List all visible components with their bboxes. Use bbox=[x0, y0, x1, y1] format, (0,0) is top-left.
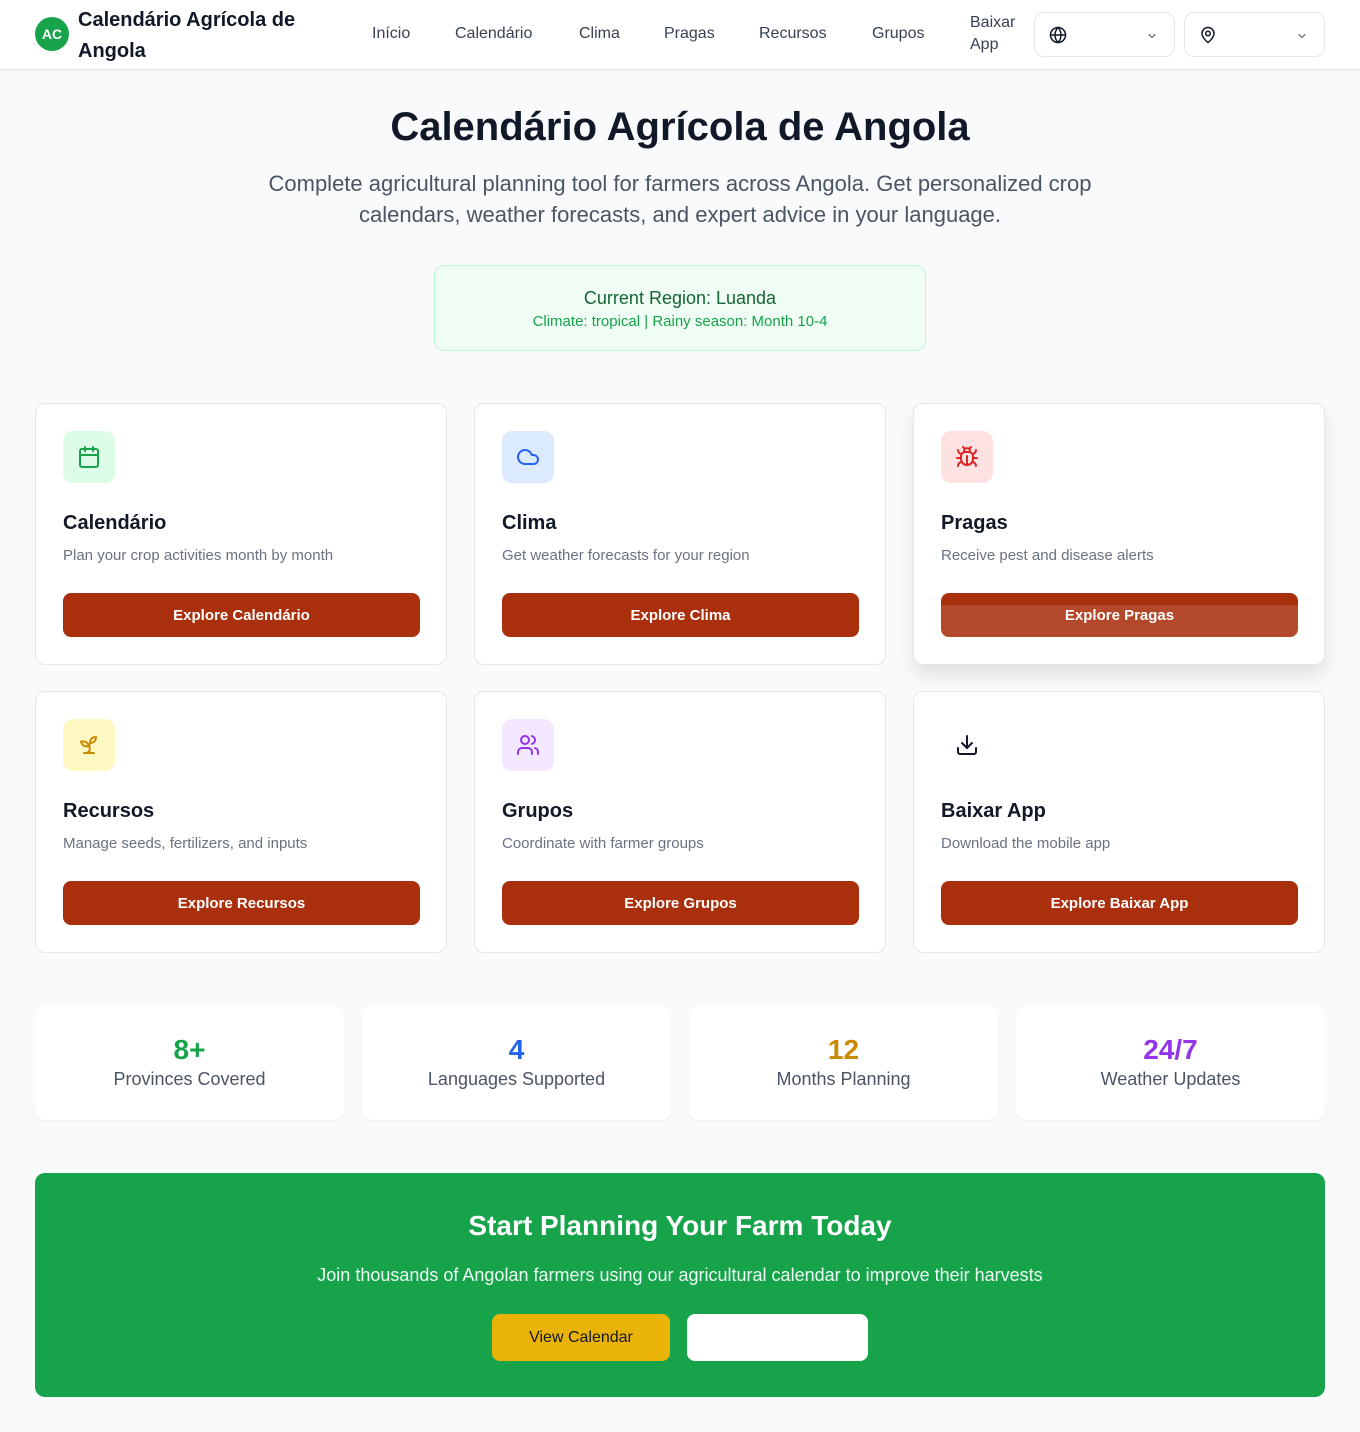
explore-clima-button[interactable]: Explore Clima bbox=[502, 593, 859, 637]
feature-card-baixar-app: Baixar App Download the mobile app Explo… bbox=[913, 691, 1325, 953]
page-title: Calendário Agrícola de Angola bbox=[390, 105, 970, 149]
cta-subtitle: Join thousands of Angolan farmers using … bbox=[317, 1265, 1043, 1285]
chevron-down-icon bbox=[1148, 33, 1156, 39]
feature-card-grupos: Grupos Coordinate with farmer groups Exp… bbox=[474, 691, 886, 953]
users-icon bbox=[502, 719, 554, 771]
feature-card-calendario: Calendário Plan your crop activities mon… bbox=[35, 403, 447, 665]
current-region-banner: Current Region: Luanda Climate: tropical… bbox=[434, 265, 926, 351]
stat-label: Provinces Covered bbox=[113, 1069, 266, 1089]
stat-label: Weather Updates bbox=[1100, 1069, 1241, 1089]
stat-value: 4 bbox=[508, 1034, 525, 1065]
brand-title[interactable]: Calendário Agrícola de Angola bbox=[78, 5, 328, 67]
feature-card-pragas: Pragas Receive pest and disease alerts E… bbox=[913, 403, 1325, 665]
cta-banner: Start Planning Your Farm Today Join thou… bbox=[35, 1173, 1325, 1397]
region-details: Climate: tropical | Rainy season: Month … bbox=[532, 313, 828, 330]
region-title: Current Region: Luanda bbox=[583, 288, 777, 308]
cloud-icon bbox=[502, 431, 554, 483]
chevron-down-icon bbox=[1298, 33, 1306, 39]
stat-weather: 24/7 Weather Updates bbox=[1016, 1006, 1325, 1120]
nav-link-inicio[interactable]: Início bbox=[372, 24, 410, 44]
download-icon bbox=[941, 719, 993, 771]
sprout-icon bbox=[63, 719, 115, 771]
explore-pragas-button[interactable]: Explore Pragas bbox=[941, 593, 1298, 637]
stat-label: Languages Supported bbox=[427, 1069, 606, 1089]
card-description: Receive pest and disease alerts bbox=[941, 547, 1154, 564]
stat-value: 8+ bbox=[173, 1034, 206, 1065]
stat-languages: 4 Languages Supported bbox=[362, 1006, 671, 1120]
card-title: Grupos bbox=[502, 800, 574, 822]
location-select[interactable] bbox=[1184, 12, 1325, 57]
card-title: Pragas bbox=[941, 512, 1008, 534]
nav-link-recursos[interactable]: Recursos bbox=[759, 24, 827, 44]
card-title: Recursos bbox=[63, 800, 155, 822]
nav-link-calendario[interactable]: Calendário bbox=[455, 24, 532, 44]
top-navbar: AC Calendário Agrícola de Angola Início … bbox=[0, 0, 1360, 70]
view-calendar-button[interactable]: View Calendar bbox=[492, 1314, 670, 1361]
map-pin-icon bbox=[1201, 26, 1215, 44]
globe-icon bbox=[1049, 26, 1067, 44]
stat-value: 12 bbox=[827, 1034, 860, 1065]
page-subtitle: Complete agricultural planning tool for … bbox=[268, 171, 1092, 227]
stat-provinces: 8+ Provinces Covered bbox=[35, 1006, 344, 1120]
calendar-icon bbox=[63, 431, 115, 483]
nav-link-pragas[interactable]: Pragas bbox=[664, 24, 715, 44]
feature-card-recursos: Recursos Manage seeds, fertilizers, and … bbox=[35, 691, 447, 953]
card-description: Coordinate with farmer groups bbox=[502, 835, 704, 852]
explore-recursos-button[interactable]: Explore Recursos bbox=[63, 881, 420, 925]
card-title: Calendário bbox=[63, 512, 167, 534]
language-select[interactable] bbox=[1034, 12, 1175, 57]
nav-link-clima[interactable]: Clima bbox=[579, 24, 620, 44]
explore-grupos-button[interactable]: Explore Grupos bbox=[502, 881, 859, 925]
nav-link-baixar-app[interactable]: Baixar App bbox=[970, 12, 1022, 56]
stat-label: Months Planning bbox=[776, 1069, 911, 1089]
stat-months: 12 Months Planning bbox=[689, 1006, 998, 1120]
explore-calendario-button[interactable]: Explore Calendário bbox=[63, 593, 420, 637]
feature-card-clima: Clima Get weather forecasts for your reg… bbox=[474, 403, 886, 665]
card-title: Clima bbox=[502, 512, 557, 534]
card-description: Plan your crop activities month by month bbox=[63, 547, 334, 564]
bug-icon bbox=[941, 431, 993, 483]
card-description: Manage seeds, fertilizers, and inputs bbox=[63, 835, 308, 852]
explore-baixar-app-button[interactable]: Explore Baixar App bbox=[941, 881, 1298, 925]
cta-title: Start Planning Your Farm Today bbox=[468, 1210, 892, 1241]
secondary-cta-button[interactable] bbox=[687, 1314, 868, 1361]
stat-value: 24/7 bbox=[1143, 1034, 1198, 1065]
nav-link-grupos[interactable]: Grupos bbox=[872, 24, 924, 44]
card-description: Get weather forecasts for your region bbox=[502, 547, 750, 564]
card-title: Baixar App bbox=[941, 800, 1046, 822]
logo-badge[interactable]: AC bbox=[35, 17, 69, 51]
card-description: Download the mobile app bbox=[941, 835, 1111, 852]
